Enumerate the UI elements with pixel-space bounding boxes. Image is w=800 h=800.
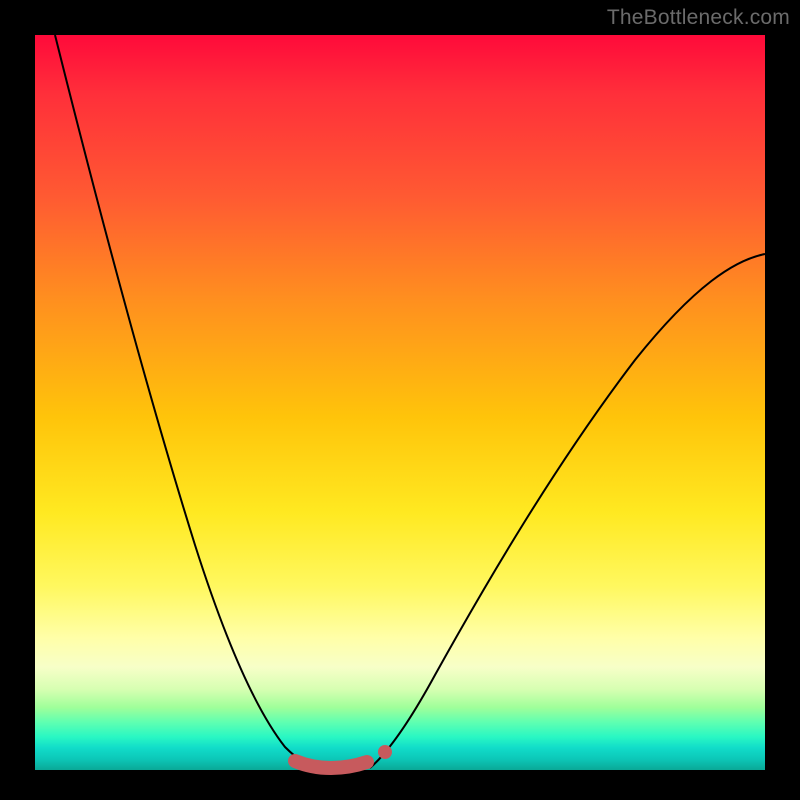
chart-frame: TheBottleneck.com bbox=[0, 0, 800, 800]
watermark-label: TheBottleneck.com bbox=[607, 6, 790, 30]
right-curve bbox=[370, 254, 765, 768]
floor-dot bbox=[378, 745, 392, 759]
chart-svg bbox=[35, 35, 765, 770]
plot-area bbox=[35, 35, 765, 770]
left-curve bbox=[55, 35, 313, 768]
floor-segment bbox=[295, 761, 367, 768]
